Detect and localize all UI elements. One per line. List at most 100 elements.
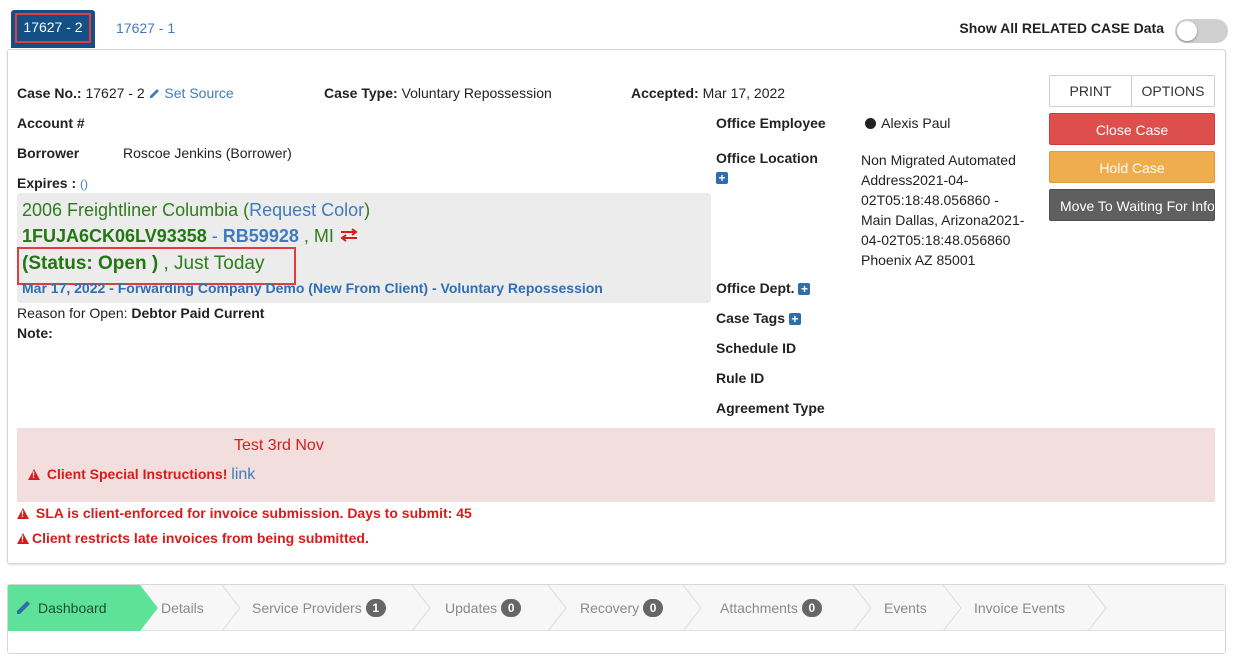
wizard-step-label: Events xyxy=(884,600,927,616)
tab-case-17627-2[interactable]: 17627 - 2 xyxy=(11,10,95,48)
reason-row: Reason for Open: Debtor Paid Current xyxy=(17,305,264,321)
wizard-step-invoice-events[interactable]: Invoice Events xyxy=(974,585,1065,631)
wizard-step-events[interactable]: Events xyxy=(884,585,927,631)
late-invoice-alert: Client restricts late invoices from bein… xyxy=(17,530,369,546)
status-row: (Status: Open ) , Just Today xyxy=(22,253,265,275)
hold-case-button[interactable]: Hold Case xyxy=(1049,151,1215,183)
wizard-step-details[interactable]: Details xyxy=(161,585,204,631)
borrower-label: Borrower xyxy=(17,145,80,161)
wizard-step-label: Recovery xyxy=(580,600,640,616)
request-color-link[interactable]: Request Color xyxy=(249,200,364,220)
vehicle-title-row: 2006 Freightliner Columbia (Request Colo… xyxy=(22,200,370,221)
add-tag-icon[interactable]: + xyxy=(788,313,801,326)
wizard-step-attachments[interactable]: Attachments 0 xyxy=(720,585,822,631)
accepted-value: Mar 17, 2022 xyxy=(702,85,786,101)
count-badge: 0 xyxy=(501,599,522,617)
note-label: Note: xyxy=(17,325,53,341)
late-invoice-alert-text: Client restricts late invoices from bein… xyxy=(32,530,369,546)
tab-label: 17627 - 2 xyxy=(23,19,83,35)
location-line: Non Migrated Automated xyxy=(861,152,1016,168)
office-location-value: Non Migrated Automated Address2021-04- 0… xyxy=(861,150,1024,270)
client-instructions-panel xyxy=(17,428,1215,502)
count-badge: 1 xyxy=(365,599,386,617)
location-line: 04-02T05:18:48.056860 xyxy=(861,232,1011,248)
pencil-icon xyxy=(17,601,30,614)
schedule-id-label: Schedule ID xyxy=(716,340,797,356)
instruction-text: Test 3rd Nov xyxy=(234,437,324,454)
count-badge: 0 xyxy=(801,599,822,617)
wizard-step-service-providers[interactable]: Service Providers 1 xyxy=(252,585,386,631)
office-dept-row: Office Dept. + xyxy=(716,280,811,296)
vehicle-title-close: ) xyxy=(364,200,371,220)
accepted-label: Accepted: xyxy=(631,85,699,101)
office-employee-value: Alexis Paul xyxy=(881,115,951,131)
tab-case-17627-1[interactable]: 17627 - 1 xyxy=(116,20,175,36)
case-wizard-nav: Dashboard Details Service Providers 1 Upd… xyxy=(7,584,1226,654)
location-line: Phoenix AZ 85001 xyxy=(861,252,976,268)
related-case-toggle-label: Show All RELATED CASE Data xyxy=(959,20,1164,36)
status-dot-icon xyxy=(865,118,876,129)
expires-row: Expires : () xyxy=(17,175,88,191)
wizard-step-dashboard[interactable]: Dashboard xyxy=(16,585,107,631)
wizard-step-label: Service Providers xyxy=(252,600,362,616)
warning-icon xyxy=(17,508,29,519)
status-time: , Just Today xyxy=(163,253,265,274)
agreement-type-label: Agreement Type xyxy=(716,400,825,416)
warning-icon xyxy=(17,533,29,544)
case-no-value: 17627 - 2 xyxy=(85,85,145,101)
rule-id-label: Rule ID xyxy=(716,370,765,386)
office-location-label: Office Location xyxy=(716,150,818,166)
wizard-step-recovery[interactable]: Recovery 0 xyxy=(580,585,664,631)
status-value: (Status: Open ) xyxy=(22,253,159,274)
close-case-button[interactable]: Close Case xyxy=(1049,113,1215,145)
borrower-value: Roscoe Jenkins (Borrower) xyxy=(123,145,292,161)
related-case-toggle[interactable] xyxy=(1175,19,1228,43)
expires-value: () xyxy=(80,177,89,191)
sla-alert: SLA is client-enforced for invoice submi… xyxy=(17,505,472,521)
case-tags-label: Case Tags xyxy=(716,310,785,326)
office-employee-row: Alexis Paul xyxy=(865,115,950,131)
print-button[interactable]: PRINT xyxy=(1049,75,1132,107)
vin-row: 1FUJA6CK06LV93358 - RB59928 , MI xyxy=(22,226,359,247)
toggle-knob xyxy=(1177,21,1197,41)
reason-label: Reason for Open: xyxy=(17,305,128,321)
office-dept-label: Office Dept. xyxy=(716,280,795,296)
case-history-link[interactable]: Mar 17, 2022 - Forwarding Company Demo (… xyxy=(22,280,603,296)
swap-arrows-icon[interactable] xyxy=(339,228,359,242)
case-no-label: Case No.: xyxy=(17,85,82,101)
set-source-label: Set Source xyxy=(164,85,234,101)
add-dept-icon[interactable]: + xyxy=(798,283,811,296)
case-type-value: Voluntary Repossession xyxy=(401,85,552,101)
case-tags-row: Case Tags + xyxy=(716,310,801,326)
reason-value: Debtor Paid Current xyxy=(131,305,265,321)
sla-alert-text: SLA is client-enforced for invoice submi… xyxy=(35,505,472,521)
warning-icon xyxy=(28,469,40,480)
move-to-waiting-button[interactable]: Move To Waiting For Info xyxy=(1049,189,1215,221)
wizard-step-label: Dashboard xyxy=(38,600,107,616)
plate-state: , MI xyxy=(303,226,334,246)
count-badge: 0 xyxy=(643,599,664,617)
special-instructions-link[interactable]: link xyxy=(231,466,255,483)
location-line: Main Dallas, Arizona2021- xyxy=(861,212,1025,228)
wizard-step-label: Updates xyxy=(445,600,498,616)
location-line: Address2021-04- xyxy=(861,172,969,188)
set-source-link[interactable]: Set Source xyxy=(149,85,234,101)
special-instructions-label: Client Special Instructions! xyxy=(46,466,228,482)
wizard-step-updates[interactable]: Updates 0 xyxy=(445,585,522,631)
case-history-link-wrap: Mar 17, 2022 - Forwarding Company Demo (… xyxy=(22,280,662,296)
vehicle-title: 2006 Freightliner Columbia ( xyxy=(22,200,250,220)
case-type-row: Case Type: Voluntary Repossession xyxy=(324,85,552,101)
add-location-icon[interactable]: + xyxy=(716,172,728,184)
options-button[interactable]: OPTIONS xyxy=(1131,75,1215,107)
plate-link[interactable]: RB59928 xyxy=(223,226,299,246)
expires-label: Expires : xyxy=(17,175,77,191)
accepted-row: Accepted: Mar 17, 2022 xyxy=(631,85,785,101)
vin-value: 1FUJA6CK06LV93358 xyxy=(22,226,207,246)
case-type-label: Case Type: xyxy=(324,85,398,101)
pencil-icon xyxy=(149,89,159,98)
case-no-row: Case No.: 17627 - 2 Set Source xyxy=(17,85,234,101)
wizard-step-label: Details xyxy=(161,600,204,616)
vin-dash: - xyxy=(211,226,218,246)
special-instructions-row: Client Special Instructions! link xyxy=(28,466,255,484)
wizard-step-label: Attachments xyxy=(720,600,798,616)
